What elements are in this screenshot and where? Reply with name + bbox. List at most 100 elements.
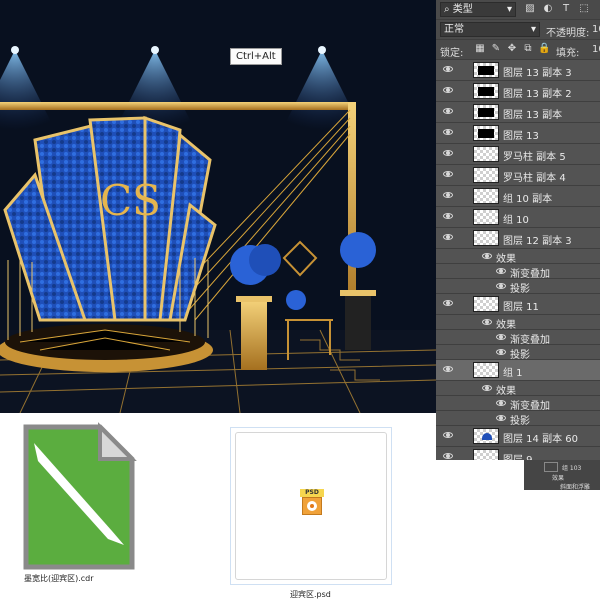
opacity-input[interactable]: 10	[592, 24, 600, 35]
layer-name: 图层 13	[503, 131, 539, 142]
layer-thumbnail	[473, 62, 499, 78]
layer-row[interactable]: 图层 13	[436, 123, 600, 144]
opacity-label: 不透明度:	[546, 28, 590, 39]
blend-mode-select[interactable]: 正常 ▾	[440, 22, 540, 37]
layer-list: 图层 13 副本 3 图层 13 副本 2 图层 13 副本 图层 13 罗马柱 副本 …	[436, 60, 600, 460]
visibility-eye-icon[interactable]	[443, 150, 453, 156]
visibility-eye-icon[interactable]	[443, 432, 453, 438]
lock-all-icon[interactable]: 🔒	[538, 43, 550, 55]
effect-item-row[interactable]: 渐变叠加	[436, 330, 600, 346]
lock-artboard-icon[interactable]: ⧉	[522, 43, 534, 55]
effect-item-row[interactable]: 投影	[436, 411, 600, 427]
layer-row[interactable]: 图层 13 副本	[436, 102, 600, 123]
layer-name: 图层 13 副本	[503, 110, 563, 121]
type-filter-icon[interactable]: T	[560, 3, 572, 15]
chevron-down-icon: ▾	[506, 4, 512, 15]
layer-thumbnail	[473, 362, 499, 378]
effect-item-row[interactable]: 渐变叠加	[436, 396, 600, 412]
shape-filter-icon[interactable]: ⬚	[578, 3, 590, 15]
layer-row[interactable]: 图层 12 副本 3	[436, 228, 600, 249]
visibility-eye-icon[interactable]	[443, 171, 453, 177]
fill-label: 填充:	[556, 48, 580, 59]
layer-row[interactable]: 图层 14 副本 60	[436, 426, 600, 447]
file-browser: 墨宽比(迎宾区).cdr PSD 迎宾区.psd	[0, 413, 436, 600]
file-name: 墨宽比(迎宾区).cdr	[24, 574, 94, 583]
effects-row[interactable]: 效果	[436, 381, 600, 397]
layer-name: 组 10 副本	[503, 194, 553, 205]
layer-thumbnail	[473, 146, 499, 162]
layer-row[interactable]: 罗马柱 副本 4	[436, 165, 600, 186]
layer-name: 组 1	[503, 368, 523, 379]
visibility-eye-icon[interactable]	[443, 66, 453, 72]
effect-eye-icon[interactable]	[496, 283, 506, 289]
visibility-eye-icon[interactable]	[443, 192, 453, 198]
layer-thumbnail	[473, 167, 499, 183]
layer-thumbnail	[473, 209, 499, 225]
layer-name: 渐变叠加	[510, 269, 550, 280]
effects-row[interactable]: 效果	[436, 249, 600, 265]
layer-thumbnail	[473, 188, 499, 204]
lock-row: 锁定: ▦ ✎ ✥ ⧉ 🔒 填充: 10	[436, 40, 600, 60]
layer-row[interactable]: 图层 13 副本 2	[436, 81, 600, 102]
visibility-eye-icon[interactable]	[443, 108, 453, 114]
fill-input[interactable]: 10	[592, 44, 600, 55]
layer-row[interactable]: 组 10	[436, 207, 600, 228]
layer-name: 罗马柱 副本 5	[503, 152, 566, 163]
adjustment-filter-icon[interactable]: ◐	[542, 3, 554, 15]
lock-position-icon[interactable]: ✥	[506, 43, 518, 55]
stage-artwork: CS	[0, 0, 436, 413]
effects-eye-icon[interactable]	[482, 385, 492, 391]
effect-eye-icon[interactable]	[496, 415, 506, 421]
layer-row[interactable]: 图层 9	[436, 447, 600, 460]
effect-eye-icon[interactable]	[496, 349, 506, 355]
layer-row[interactable]: 图层 11	[436, 294, 600, 315]
layer-name: 图层 12 副本 3	[503, 236, 572, 247]
layers-panel: ⌕ 类型 ▾ ▨ ◐ T ⬚ 正常 ▾ 不透明度: 10 锁定: ▦ ✎ ✥ ⧉…	[436, 0, 600, 460]
file-item-psd[interactable]: PSD 迎宾区.psd	[230, 427, 394, 599]
layer-name: 图层 11	[503, 302, 539, 313]
layer-thumbnail	[473, 296, 499, 312]
mini-effect-item: 斜面和浮雕	[560, 484, 591, 490]
layer-name: 图层 9	[503, 451, 533, 460]
visibility-eye-icon[interactable]	[443, 87, 453, 93]
effect-item-row[interactable]: 投影	[436, 345, 600, 361]
effects-eye-icon[interactable]	[482, 319, 492, 325]
effect-item-row[interactable]: 渐变叠加	[436, 264, 600, 280]
visibility-eye-icon[interactable]	[443, 213, 453, 219]
layer-row[interactable]: 罗马柱 副本 5	[436, 144, 600, 165]
layer-name: 投影	[510, 350, 530, 361]
visibility-eye-icon[interactable]	[443, 129, 453, 135]
file-name: 迎宾区.psd	[290, 590, 331, 599]
effect-item-row[interactable]: 投影	[436, 279, 600, 295]
effects-row[interactable]: 效果	[436, 315, 600, 331]
effect-eye-icon[interactable]	[496, 334, 506, 340]
layer-name: 渐变叠加	[510, 335, 550, 346]
effect-eye-icon[interactable]	[496, 268, 506, 274]
layer-name: 组 10	[503, 215, 529, 226]
layer-row[interactable]: 组 10 副本	[436, 186, 600, 207]
visibility-eye-icon[interactable]	[443, 366, 453, 372]
file-item-cdr[interactable]: 墨宽比(迎宾区).cdr	[20, 421, 140, 587]
chevron-down-icon: ▾	[530, 24, 536, 35]
shortcut-tooltip: Ctrl+Alt	[230, 48, 282, 65]
lock-image-icon[interactable]: ✎	[490, 43, 502, 55]
effects-eye-icon[interactable]	[482, 253, 492, 259]
lock-transparent-icon[interactable]: ▦	[474, 43, 486, 55]
visibility-eye-icon[interactable]	[443, 234, 453, 240]
pixel-filter-icon[interactable]: ▨	[524, 3, 536, 15]
filter-kind-select[interactable]: ⌕ 类型 ▾	[440, 2, 516, 17]
effect-eye-icon[interactable]	[496, 400, 506, 406]
layer-thumbnail	[473, 230, 499, 246]
visibility-eye-icon[interactable]	[443, 300, 453, 306]
blend-mode-row: 正常 ▾ 不透明度: 10	[436, 20, 600, 40]
visibility-eye-icon[interactable]	[443, 453, 453, 459]
layer-row[interactable]: 组 1	[436, 360, 600, 381]
layer-name: 罗马柱 副本 4	[503, 173, 566, 184]
layer-thumbnail	[473, 428, 499, 444]
canvas-artwork[interactable]: CS Ctrl+Alt	[0, 0, 436, 413]
layer-row[interactable]: 图层 13 副本 3	[436, 60, 600, 81]
pillar-right	[340, 232, 376, 350]
mini-effect-label: 效果	[552, 475, 565, 482]
mini-layer-name: 组 103	[562, 465, 582, 472]
mini-layers-panel: 组 103 效果 斜面和浮雕	[524, 460, 600, 490]
